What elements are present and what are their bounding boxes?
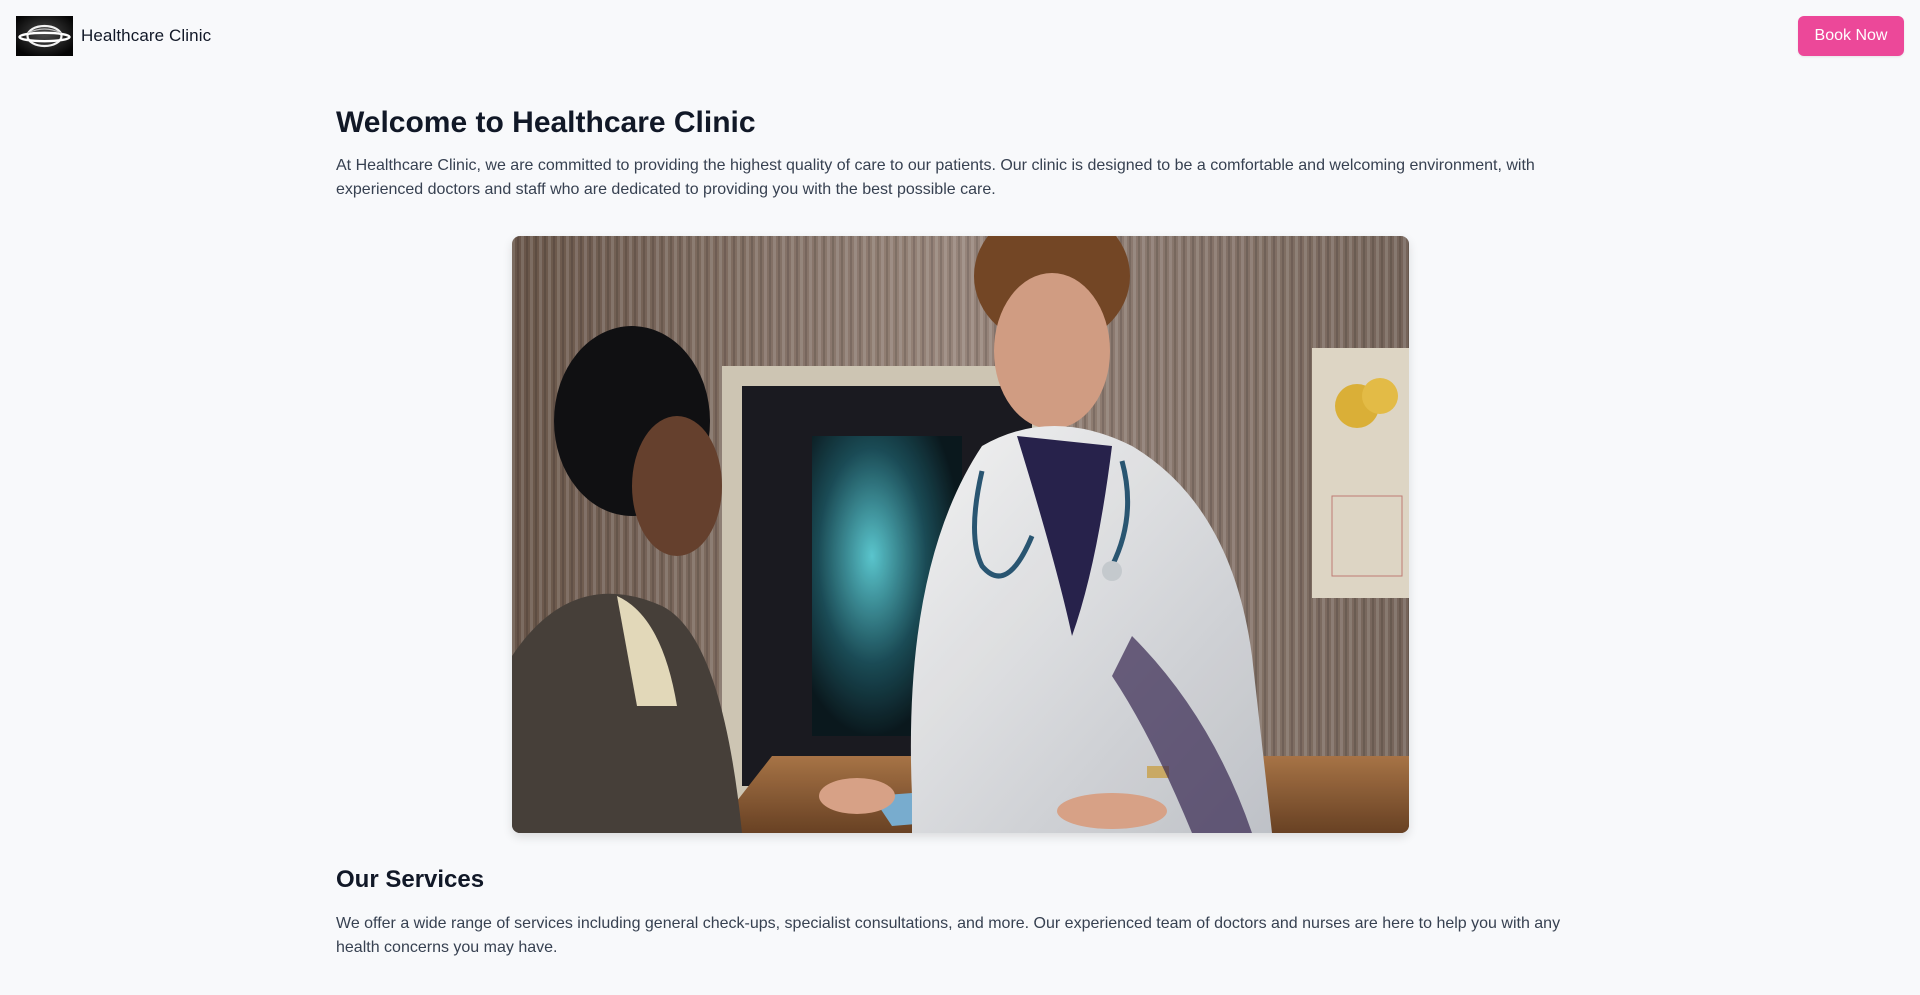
services-paragraph: We offer a wide range of services includ…	[336, 915, 1561, 956]
page-title: Welcome to Healthcare Clinic	[336, 106, 756, 139]
top-navigation-bar: Healthcare Clinic Book Now	[0, 0, 1920, 72]
intro-paragraph: At Healthcare Clinic, we are committed t…	[336, 157, 1535, 198]
brand-name: Healthcare Clinic	[81, 26, 212, 45]
doctor-patient-consultation-photo	[512, 236, 1409, 833]
planet-ring-logo-icon	[16, 16, 73, 56]
main-content: Welcome to Healthcare Clinic At Healthca…	[336, 100, 1586, 956]
services-section: Our Services We offer a wide range of se…	[336, 862, 1586, 960]
brand-home-link[interactable]: Healthcare Clinic	[16, 16, 211, 56]
services-heading: Our Services	[336, 866, 485, 893]
book-now-button[interactable]: Book Now	[1798, 16, 1904, 56]
